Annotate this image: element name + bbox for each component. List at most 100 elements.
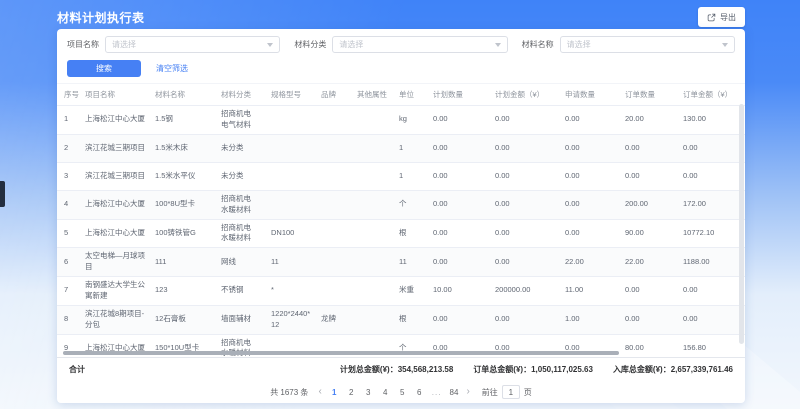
- cell: 0.00: [561, 162, 621, 190]
- cell: 1.5米木床: [151, 134, 217, 162]
- cell: 1: [395, 162, 429, 190]
- column-header: 单位: [395, 84, 429, 106]
- column-header: 序号: [57, 84, 81, 106]
- page-number[interactable]: 2: [347, 388, 356, 397]
- filter-label: 项目名称: [67, 39, 99, 50]
- horizontal-scrollbar[interactable]: [63, 351, 619, 355]
- chevron-down-icon: [495, 43, 501, 47]
- cell: 1: [57, 106, 81, 135]
- select-placeholder: 请选择: [339, 39, 363, 50]
- page-number[interactable]: 4: [381, 388, 390, 397]
- cell: [317, 190, 353, 219]
- cell: 7: [57, 277, 81, 306]
- filter-select-0[interactable]: 请选择: [105, 36, 280, 53]
- summary-item-label: 订单总金额(¥)：: [473, 365, 531, 374]
- cell: 0.00: [429, 190, 491, 219]
- cell: 2: [57, 134, 81, 162]
- page-number[interactable]: 3: [364, 388, 373, 397]
- summary-total-label: 合计: [69, 364, 85, 375]
- cell: [317, 106, 353, 135]
- table-body: 1上海松江中心大厦1.5钢招商机电 电气材料kg0.000.000.0020.0…: [57, 106, 745, 358]
- cell: 0.00: [491, 219, 561, 248]
- filter-label: 材料分类: [294, 39, 326, 50]
- cell: 0.00: [491, 248, 561, 277]
- column-header: 项目名称: [81, 84, 151, 106]
- drawer-handle[interactable]: [0, 181, 5, 207]
- table-row: 3滨江花城三期项目1.5米水平仪未分类10.000.000.000.000.00: [57, 162, 745, 190]
- cell: [317, 134, 353, 162]
- cell: 22.00: [621, 248, 679, 277]
- cell: 0.00: [429, 106, 491, 135]
- cell: 100铸铁管G: [151, 219, 217, 248]
- cell: 0.00: [491, 190, 561, 219]
- cell: 招商机电 水暖材料: [217, 219, 267, 248]
- cell: 100*8U型卡: [151, 190, 217, 219]
- table-row: 7南钢盛达大学生公寓新建123不锈钢*米重10.00200000.0011.00…: [57, 277, 745, 306]
- table-region: 序号项目名称材料名称材料分类规格型号品牌其他属性单位计划数量计划金额（¥）申请数…: [57, 84, 745, 357]
- summary-items: 计划总金额(¥)：354,568,213.58订单总金额(¥)：1,050,11…: [340, 364, 733, 375]
- cell: kg: [395, 106, 429, 135]
- cell: 0.00: [429, 248, 491, 277]
- page-number[interactable]: 5: [398, 388, 407, 397]
- search-button[interactable]: 搜索: [67, 60, 141, 77]
- page-number[interactable]: 6: [415, 388, 424, 397]
- cell: 太空电梯—月球项目: [81, 248, 151, 277]
- cell: 未分类: [217, 162, 267, 190]
- vertical-scrollbar[interactable]: [739, 104, 744, 344]
- cell: 滨江花城三期项目: [81, 162, 151, 190]
- cell: 200.00: [621, 190, 679, 219]
- cell: 个: [395, 190, 429, 219]
- page-number[interactable]: 1: [330, 388, 339, 397]
- cell: 1.00: [561, 305, 621, 334]
- cell: 11: [267, 248, 317, 277]
- select-placeholder: 请选择: [112, 39, 136, 50]
- filter-actions: 搜索 清空筛选: [67, 60, 735, 77]
- cell: [267, 162, 317, 190]
- cell: [267, 106, 317, 135]
- goto-suffix: 页: [524, 387, 532, 398]
- cell: [353, 219, 395, 248]
- cell: 0.00: [679, 277, 745, 306]
- page-number[interactable]: 84: [449, 388, 458, 397]
- filter-section: 项目名称请选择材料分类请选择材料名称请选择 搜索 清空筛选: [57, 29, 745, 84]
- column-header: 订单金额（¥）: [679, 84, 745, 106]
- cell: 200000.00: [491, 277, 561, 306]
- cell: 130.00: [679, 106, 745, 135]
- prev-page-icon[interactable]: ‹: [318, 387, 321, 397]
- chevron-down-icon: [267, 43, 273, 47]
- filter-item-0: 项目名称 请选择: [67, 36, 280, 53]
- cell: 6: [57, 248, 81, 277]
- cell: [353, 277, 395, 306]
- cell: [353, 162, 395, 190]
- cell: [353, 134, 395, 162]
- select-placeholder: 请选择: [567, 39, 591, 50]
- export-button-label: 导出: [720, 12, 736, 23]
- cell: 不锈钢: [217, 277, 267, 306]
- cell: 0.00: [561, 134, 621, 162]
- clear-filters-link[interactable]: 清空筛选: [156, 63, 188, 74]
- table-row: 1上海松江中心大厦1.5钢招商机电 电气材料kg0.000.000.0020.0…: [57, 106, 745, 135]
- cell: 南钢盛达大学生公寓新建: [81, 277, 151, 306]
- cell: 111: [151, 248, 217, 277]
- cell: [267, 134, 317, 162]
- next-page-icon[interactable]: ›: [466, 387, 469, 397]
- page-ellipsis: ...: [432, 388, 442, 397]
- summary-item-label: 入库总金额(¥)：: [613, 365, 671, 374]
- cell: [317, 277, 353, 306]
- cell: 10772.10: [679, 219, 745, 248]
- filter-select-1[interactable]: 请选择: [332, 36, 507, 53]
- goto-page-input[interactable]: [502, 385, 520, 399]
- cell: 5: [57, 219, 81, 248]
- cell: 上海松江中心大厦: [81, 190, 151, 219]
- export-button[interactable]: 导出: [698, 7, 745, 27]
- pagination-total: 共 1673 条: [270, 387, 308, 398]
- cell: 根: [395, 305, 429, 334]
- goto-page: 前往 页: [482, 385, 532, 399]
- cell: 0.00: [679, 134, 745, 162]
- content-card: 项目名称请选择材料分类请选择材料名称请选择 搜索 清空筛选 序号项目名称材料名称…: [57, 29, 745, 403]
- cell: 156.80: [679, 334, 745, 357]
- filter-select-2[interactable]: 请选择: [560, 36, 735, 53]
- cell: 0.00: [491, 305, 561, 334]
- column-header: 规格型号: [267, 84, 317, 106]
- cell: 22.00: [561, 248, 621, 277]
